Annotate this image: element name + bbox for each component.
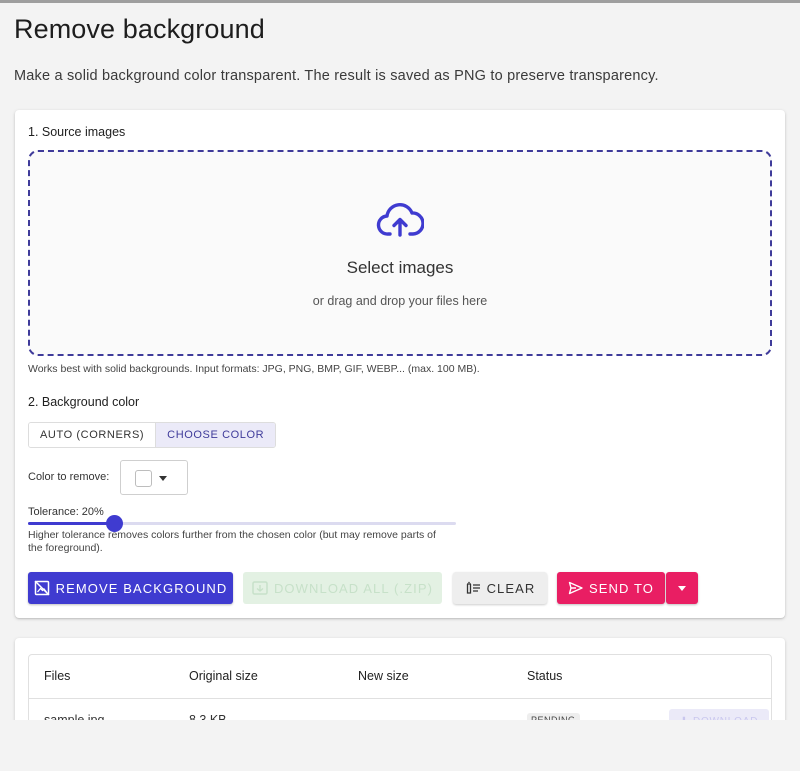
hide-image-icon <box>34 580 50 596</box>
file-dropzone[interactable]: Select images or drag and drop your file… <box>28 150 772 356</box>
send-to-button[interactable]: SEND TO <box>557 572 665 604</box>
input-formats-hint: Works best with solid backgrounds. Input… <box>28 363 480 375</box>
mode-toggle-group: AUTO (CORNERS) CHOOSE COLOR <box>28 422 277 448</box>
top-edge <box>0 0 800 3</box>
color-to-remove-label: Color to remove: <box>28 471 110 483</box>
tolerance-help-text: Higher tolerance removes colors further … <box>28 529 436 554</box>
clear-button[interactable]: CLEAR <box>453 572 547 604</box>
column-header-new-size: New size <box>358 669 409 683</box>
viewport-bottom-area <box>0 720 800 771</box>
source-section-label: 1. Source images <box>28 125 126 139</box>
remove-background-label: REMOVE BACKGROUND <box>55 580 228 596</box>
background-section-label: 2. Background color <box>28 395 140 409</box>
chevron-down-icon <box>159 476 167 481</box>
dropzone-subtitle: or drag and drop your files here <box>312 294 488 308</box>
download-all-label: DOWNLOAD ALL (.ZIP) <box>273 580 434 596</box>
color-picker-button[interactable] <box>120 460 188 495</box>
page-title: Remove background <box>14 14 265 44</box>
column-header-files: Files <box>44 669 71 683</box>
send-to-label: SEND TO <box>588 580 654 596</box>
download-zip-icon <box>252 581 268 595</box>
color-swatch <box>135 470 152 487</box>
dropzone-title: Select images <box>346 258 454 277</box>
mode-auto-corners-button[interactable]: AUTO (CORNERS) <box>29 423 156 447</box>
chevron-down-icon <box>678 585 686 591</box>
column-header-status: Status <box>527 669 563 683</box>
clear-list-icon <box>466 581 480 594</box>
remove-background-button[interactable]: REMOVE BACKGROUND <box>28 572 233 604</box>
column-header-original-size: Original size <box>189 669 258 683</box>
clear-label: CLEAR <box>486 580 536 596</box>
slider-fill <box>28 522 114 525</box>
page-description: Make a solid background color transparen… <box>14 68 659 84</box>
send-icon <box>568 581 583 595</box>
download-all-button[interactable]: DOWNLOAD ALL (.ZIP) <box>243 572 442 604</box>
send-to-menu-button[interactable] <box>666 572 698 604</box>
header-divider <box>29 698 771 699</box>
settings-card: 1. Source images Select images or drag a… <box>15 110 785 618</box>
mode-choose-color-button[interactable]: CHOOSE COLOR <box>155 423 276 447</box>
cloud-upload-icon <box>376 203 424 237</box>
